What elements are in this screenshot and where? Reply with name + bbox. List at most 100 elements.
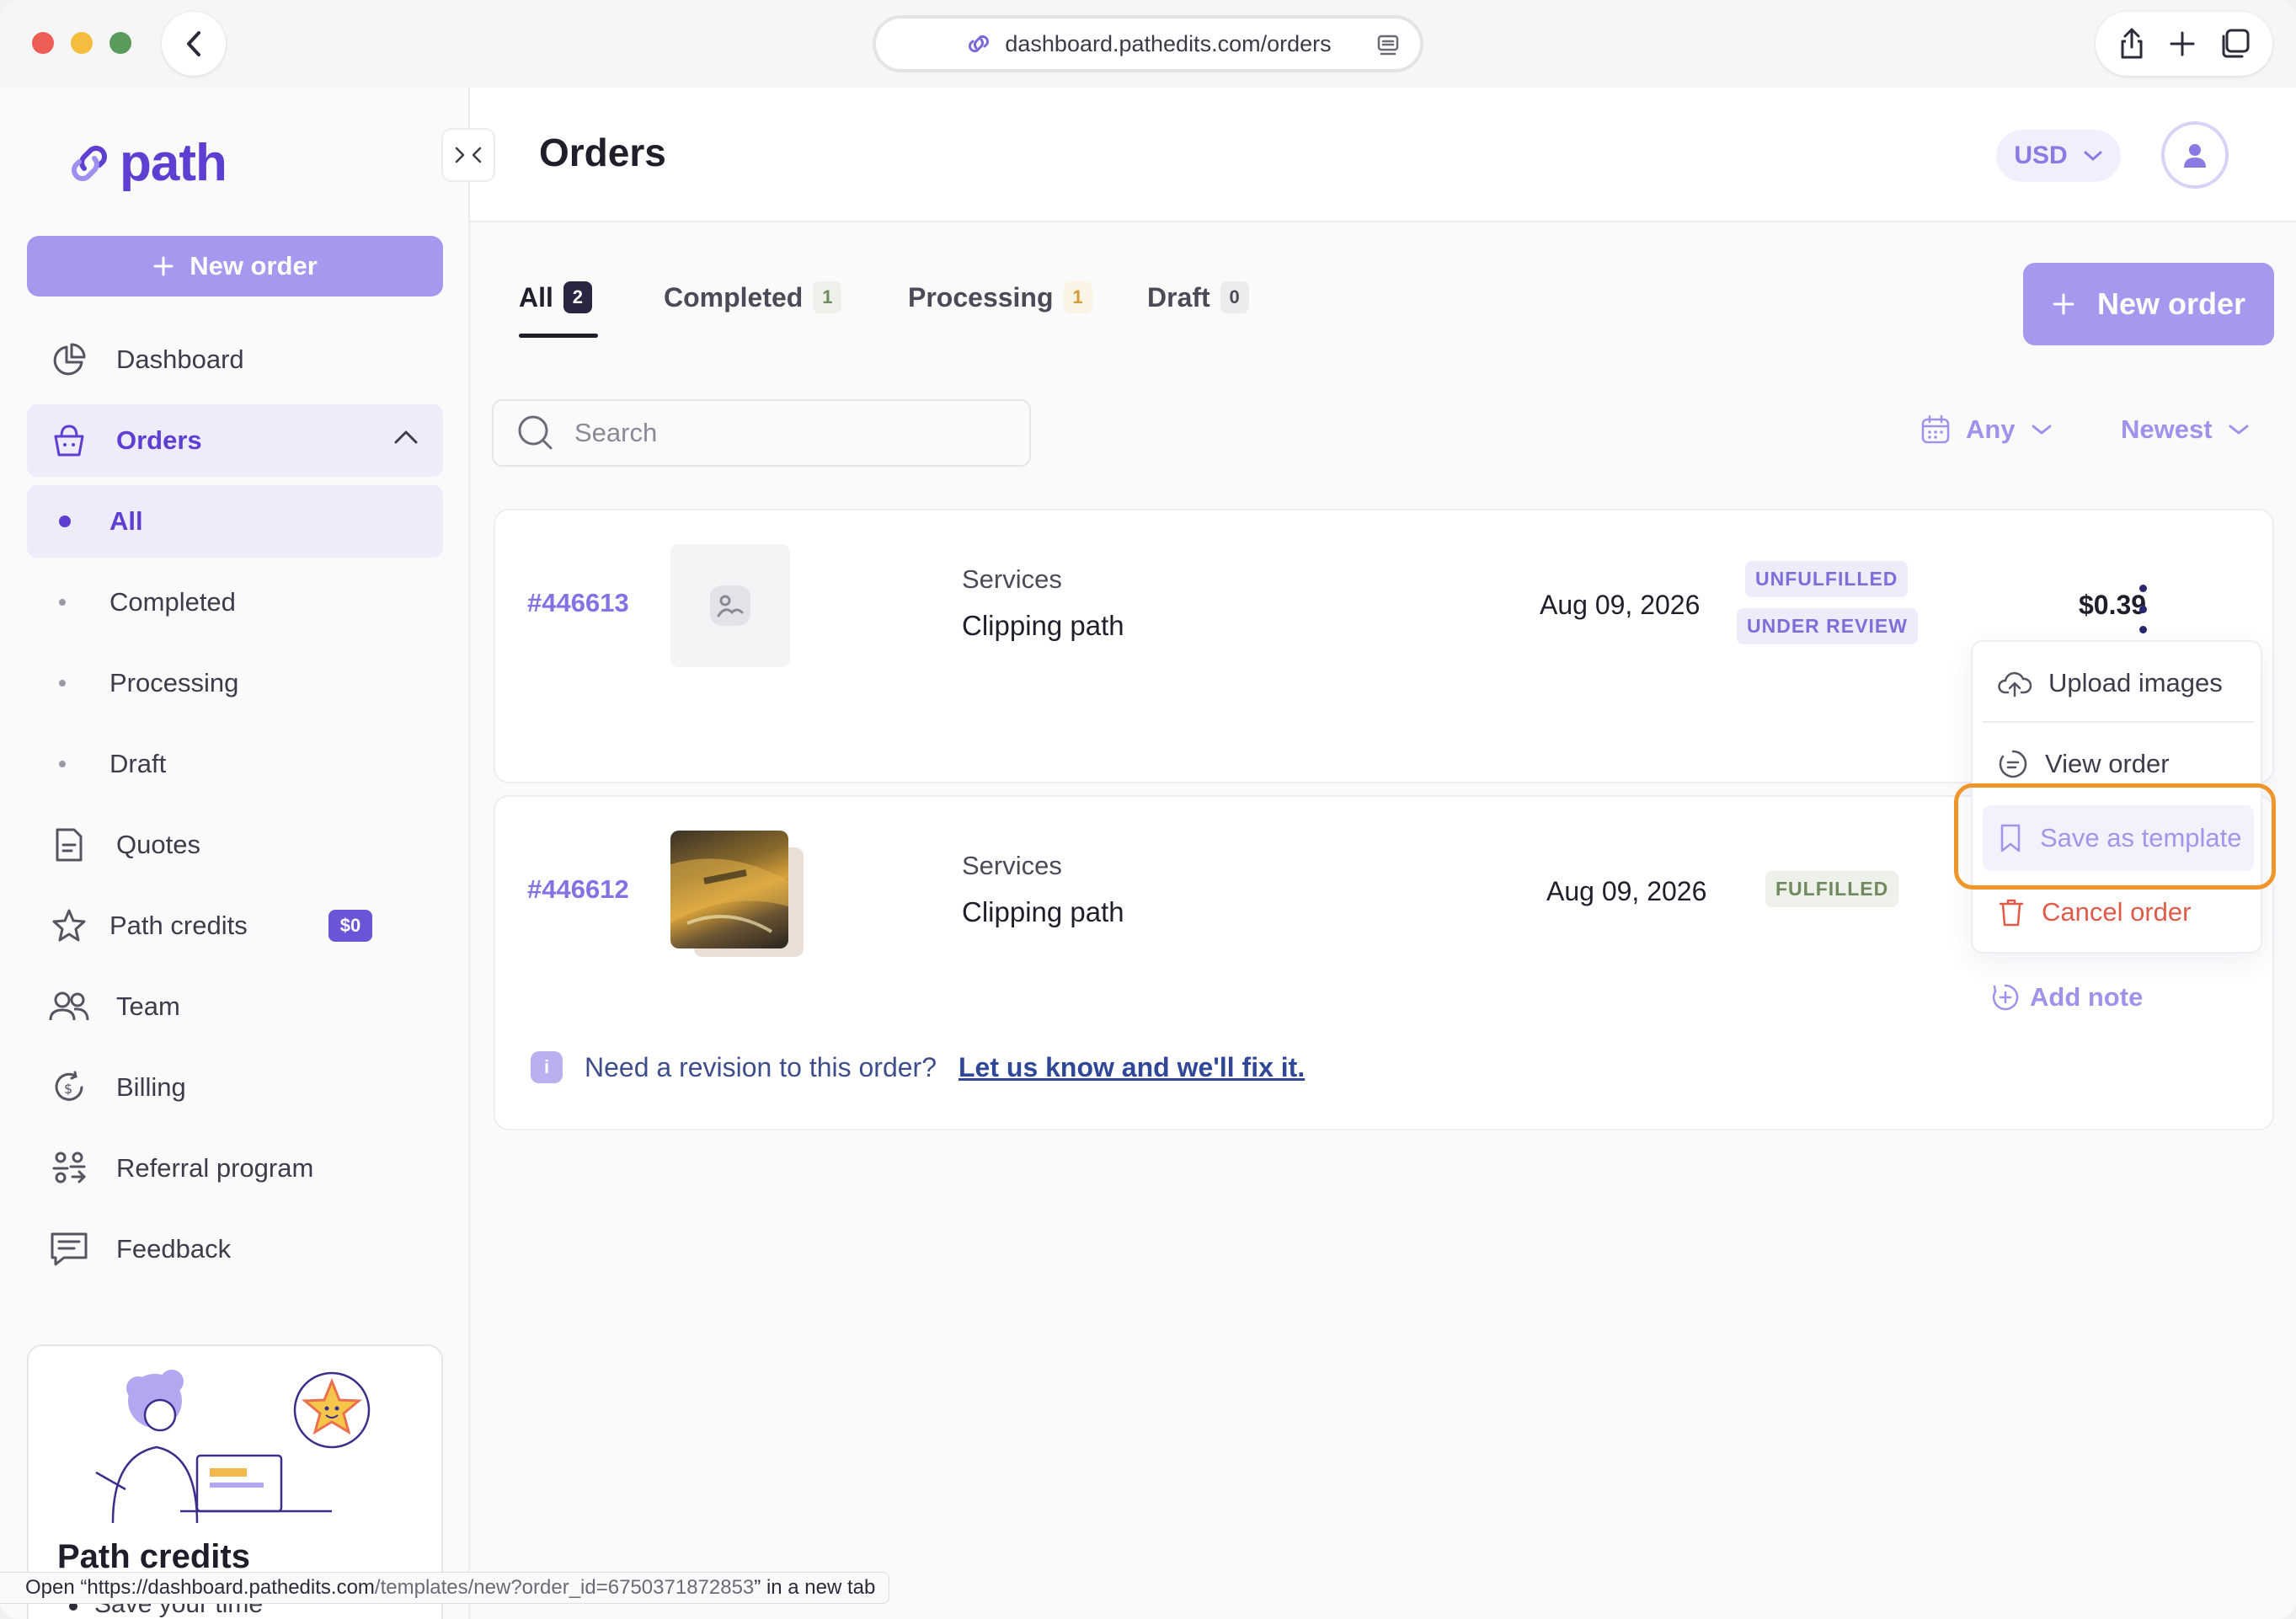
menu-item-label: Save as template bbox=[2040, 823, 2242, 852]
add-note-button[interactable]: Add note bbox=[1991, 982, 2143, 1013]
sidebar-item-path-credits[interactable]: Path credits $0 bbox=[27, 890, 443, 962]
info-icon: i bbox=[531, 1051, 563, 1083]
chevron-down-icon bbox=[2084, 151, 2102, 161]
tab-completed[interactable]: Completed 1 bbox=[664, 281, 842, 313]
chevron-left-icon bbox=[187, 31, 200, 56]
sidebar-item-quotes[interactable]: Quotes bbox=[27, 809, 443, 881]
quote-document-icon bbox=[56, 828, 83, 862]
tab-label: All bbox=[519, 281, 553, 313]
new-tab-icon[interactable] bbox=[2169, 30, 2196, 57]
product-photo-image bbox=[670, 858, 788, 933]
bookmark-icon bbox=[2000, 824, 2021, 852]
browser-toolbar: dashboard.pathedits.com/orders bbox=[0, 0, 2296, 88]
sidebar-item-label: All bbox=[109, 506, 143, 536]
sidebar-item-label: Referral program bbox=[116, 1153, 314, 1183]
search-box[interactable] bbox=[492, 399, 1031, 467]
status-prefix: Open “https://dashboard.pathedits.com bbox=[25, 1576, 375, 1599]
search-input[interactable] bbox=[574, 418, 1012, 448]
tabs-overview-icon[interactable] bbox=[2219, 28, 2251, 60]
cloud-upload-icon bbox=[1998, 671, 2032, 697]
tab-label: Completed bbox=[664, 281, 804, 313]
order-thumbnail-placeholder[interactable] bbox=[670, 544, 790, 667]
currency-select[interactable]: USD bbox=[1996, 130, 2121, 182]
referral-icon bbox=[52, 1151, 87, 1184]
revision-text: Need a revision to this order? bbox=[585, 1051, 937, 1082]
status-badge: FULFILLED bbox=[1765, 871, 1899, 907]
collapse-sidebar-button[interactable] bbox=[441, 128, 495, 182]
pie-chart-icon bbox=[53, 343, 86, 376]
chevron-up-icon[interactable] bbox=[392, 428, 419, 446]
sort-select[interactable]: Newest bbox=[2121, 414, 2250, 445]
sidebar-subitem-completed[interactable]: Completed bbox=[27, 566, 443, 639]
add-note-label: Add note bbox=[2030, 982, 2144, 1012]
date-filter-value: Any bbox=[1966, 414, 2016, 444]
tab-count: 0 bbox=[1220, 281, 1249, 313]
share-icon[interactable] bbox=[2117, 27, 2146, 61]
sidebar-item-label: Completed bbox=[109, 587, 236, 617]
service-label: Services bbox=[962, 564, 1062, 594]
sidebar-item-team[interactable]: Team bbox=[27, 970, 443, 1043]
path-logo[interactable]: path bbox=[66, 133, 227, 193]
tab-count: 1 bbox=[813, 281, 842, 313]
zoom-window-button[interactable] bbox=[109, 32, 131, 54]
tab-label: Draft bbox=[1147, 281, 1210, 313]
sidebar-item-label: Team bbox=[116, 991, 180, 1021]
menu-item-save-as-template[interactable]: Save as template bbox=[1983, 805, 2254, 871]
menu-item-label: View order bbox=[2045, 749, 2170, 778]
credits-balance-badge: $0 bbox=[328, 910, 373, 942]
back-button[interactable] bbox=[162, 12, 226, 76]
order-id-link[interactable]: #446613 bbox=[527, 588, 629, 618]
tab-label: Processing bbox=[908, 281, 1054, 313]
address-bar[interactable]: dashboard.pathedits.com/orders bbox=[873, 15, 1423, 72]
sidebar-new-order-button[interactable]: New order bbox=[27, 236, 443, 297]
credits-illustration bbox=[95, 1370, 371, 1524]
sidebar-item-label: Quotes bbox=[116, 830, 200, 859]
tab-draft[interactable]: Draft 0 bbox=[1147, 281, 1249, 313]
bullet-dot bbox=[59, 599, 66, 606]
minimize-window-button[interactable] bbox=[71, 32, 93, 54]
billing-icon: $ bbox=[55, 1071, 83, 1101]
sidebar-item-label: Draft bbox=[109, 749, 167, 778]
order-actions-menu-button[interactable] bbox=[2134, 585, 2151, 633]
menu-item-upload-images[interactable]: Upload images bbox=[1983, 650, 2254, 716]
sidebar-subitem-processing[interactable]: Processing bbox=[27, 647, 443, 719]
sidebar-item-orders[interactable]: Orders bbox=[27, 404, 443, 477]
feedback-icon bbox=[51, 1232, 88, 1266]
currency-value: USD bbox=[2014, 142, 2068, 169]
menu-item-label: Cancel order bbox=[2042, 897, 2192, 927]
status-suffix: ” in a new tab bbox=[754, 1576, 876, 1599]
sidebar-new-order-label: New order bbox=[190, 251, 318, 281]
sidebar-item-feedback[interactable]: Feedback bbox=[27, 1213, 443, 1285]
close-window-button[interactable] bbox=[32, 32, 54, 54]
bullet-dot bbox=[59, 516, 71, 527]
menu-item-view-order[interactable]: View order bbox=[1983, 731, 2254, 797]
page-header: Orders USD bbox=[470, 88, 2296, 222]
revision-request-link[interactable]: Let us know and we'll fix it. bbox=[958, 1052, 1305, 1083]
plus-icon bbox=[153, 256, 174, 276]
service-label: Services bbox=[962, 851, 1062, 880]
chevron-down-icon bbox=[2229, 425, 2249, 435]
logo-text: path bbox=[120, 134, 227, 192]
service-name: Clipping path bbox=[962, 610, 1124, 641]
tab-all[interactable]: All 2 bbox=[519, 281, 592, 313]
sidebar-subitem-draft[interactable]: Draft bbox=[27, 728, 443, 800]
sidebar-item-billing[interactable]: $ Billing bbox=[27, 1051, 443, 1124]
tab-count: 1 bbox=[1063, 281, 1092, 313]
order-thumbnail-photo[interactable] bbox=[670, 831, 788, 948]
sidebar-item-dashboard[interactable]: Dashboard bbox=[27, 323, 443, 396]
promo-title: Path credits bbox=[57, 1538, 250, 1575]
date-filter-select[interactable]: Any bbox=[1920, 414, 2053, 445]
tab-count: 2 bbox=[563, 281, 592, 313]
status-badge: UNFULFILLED bbox=[1745, 561, 1909, 597]
menu-item-cancel-order[interactable]: Cancel order bbox=[1983, 879, 2254, 945]
url-text: dashboard.pathedits.com/orders bbox=[1005, 30, 1332, 56]
sidebar-item-referral[interactable]: Referral program bbox=[27, 1132, 443, 1205]
user-avatar[interactable] bbox=[2161, 121, 2229, 189]
link-status-bar: Open “https://dashboard.pathedits.com/te… bbox=[0, 1572, 890, 1604]
menu-divider bbox=[1983, 721, 2254, 723]
browser-window: dashboard.pathedits.com/orders path New … bbox=[0, 0, 2296, 1619]
order-id-link[interactable]: #446612 bbox=[527, 874, 629, 905]
tab-processing[interactable]: Processing 1 bbox=[908, 281, 1092, 313]
sidebar-subitem-all[interactable]: All bbox=[27, 485, 443, 558]
new-order-button[interactable]: New order bbox=[2023, 263, 2274, 345]
